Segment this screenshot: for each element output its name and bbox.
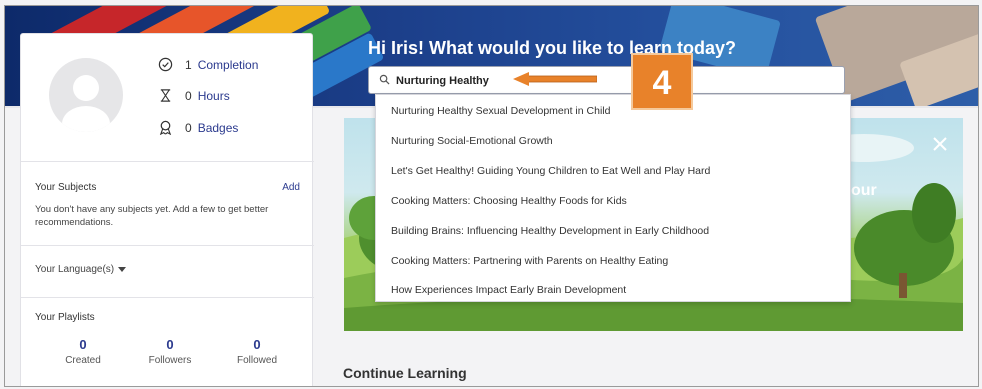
suggestion-item[interactable]: Cooking Matters: Partnering with Parents…: [391, 255, 668, 267]
suggestion-item[interactable]: Nurturing Healthy Sexual Development in …: [391, 105, 610, 117]
divider: [21, 245, 314, 246]
playlist-count: 0: [166, 337, 174, 352]
stat-badges: 0 Badges: [158, 120, 238, 135]
arrow-left-icon: [513, 72, 597, 86]
user-placeholder-icon: [62, 75, 110, 132]
suggestion-item[interactable]: Building Brains: Influencing Healthy Dev…: [391, 225, 709, 237]
search-icon: [379, 74, 390, 85]
playlist-label: Created: [65, 355, 101, 366]
search-suggestions: Nurturing Healthy Sexual Development in …: [375, 94, 851, 302]
playlist-count: 0: [253, 337, 261, 352]
playlist-label: Followers: [148, 355, 192, 366]
suggestion-item[interactable]: How Experiences Impact Early Brain Devel…: [391, 284, 626, 296]
badge-icon: [159, 120, 172, 135]
add-subject-link[interactable]: Add: [282, 182, 300, 193]
divider: [21, 161, 314, 162]
playlist-followers[interactable]: 0 Followers: [135, 337, 205, 366]
search-box[interactable]: [368, 66, 845, 94]
playlists-title: Your Playlists: [35, 312, 95, 323]
suggestion-item[interactable]: Nurturing Social-Emotional Growth: [391, 135, 553, 147]
app-frame: Hi Iris! What would you like to learn to…: [4, 5, 979, 387]
step-number-badge: 4: [631, 53, 693, 110]
caret-down-icon: [118, 267, 127, 272]
stat-label[interactable]: Badges: [198, 121, 239, 135]
stat-value: 0: [185, 120, 192, 135]
language-label: Your Language(s): [35, 264, 115, 275]
subjects-title: Your Subjects: [35, 182, 97, 193]
stat-label[interactable]: Completion: [198, 58, 259, 72]
stat-hours: 0 Hours: [158, 88, 230, 103]
avatar: [49, 58, 123, 132]
check-circle-icon: [158, 57, 173, 72]
playlist-label: Followed: [236, 355, 278, 366]
stat-label[interactable]: Hours: [198, 89, 230, 103]
playlist-count: 0: [79, 337, 87, 352]
stat-value: 0: [185, 88, 192, 103]
hourglass-icon: [160, 89, 171, 102]
search-input[interactable]: [396, 72, 816, 90]
stat-value: 1: [185, 57, 192, 72]
close-icon[interactable]: [932, 136, 948, 152]
playlist-created[interactable]: 0 Created: [48, 337, 118, 366]
suggestion-item[interactable]: Let's Get Healthy! Guiding Young Childre…: [391, 165, 710, 177]
stat-completion: 1 Completion: [158, 57, 258, 72]
suggestion-item[interactable]: Cooking Matters: Choosing Healthy Foods …: [391, 195, 627, 207]
language-dropdown[interactable]: Your Language(s): [35, 264, 127, 275]
divider: [21, 297, 314, 298]
subjects-empty-text: You don't have any subjects yet. Add a f…: [35, 204, 269, 228]
profile-card: 1 Completion 0 Hours 0 Badges Your Subje…: [20, 33, 314, 386]
playlist-followed[interactable]: 0 Followed: [222, 337, 292, 366]
hero-text-fragment: our: [851, 182, 877, 199]
continue-learning-heading: Continue Learning: [343, 365, 467, 381]
